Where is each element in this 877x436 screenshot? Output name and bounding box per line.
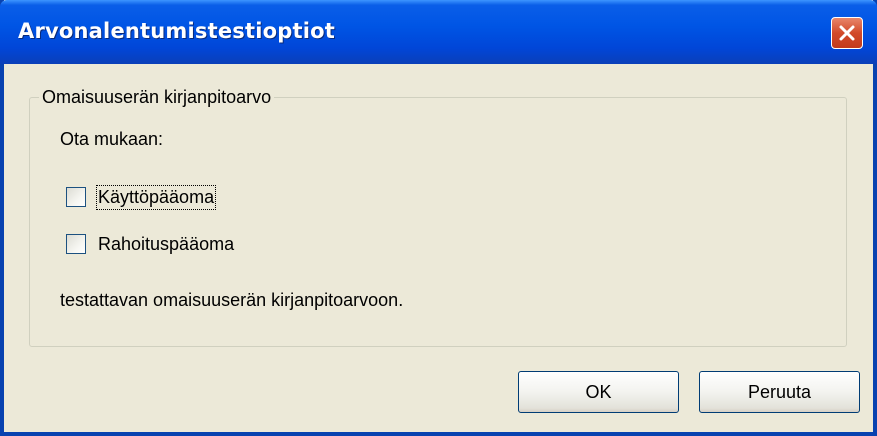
footer-text: testattavan omaisuuserän kirjanpitoarvoo…: [60, 290, 404, 310]
ok-button[interactable]: OK: [518, 371, 679, 413]
title-bar[interactable]: Arvonalentumistestioptiot: [0, 0, 877, 64]
checkbox-kayttopaaoma[interactable]: [66, 187, 86, 207]
include-label: Ota mukaan:: [60, 129, 164, 149]
close-icon: [838, 24, 856, 42]
close-button[interactable]: [831, 17, 863, 49]
checkbox-rahoituspaaoma[interactable]: [66, 234, 86, 254]
checkbox-label-kayttopaaoma[interactable]: Käyttöpääoma: [95, 185, 217, 210]
group-legend: Omaisuuserän kirjanpitoarvo: [39, 87, 275, 108]
checkbox-label-rahoituspaaoma[interactable]: Rahoituspääoma: [98, 234, 234, 255]
window-title: Arvonalentumistestioptiot: [18, 19, 335, 43]
cancel-button[interactable]: Peruuta: [699, 371, 860, 413]
